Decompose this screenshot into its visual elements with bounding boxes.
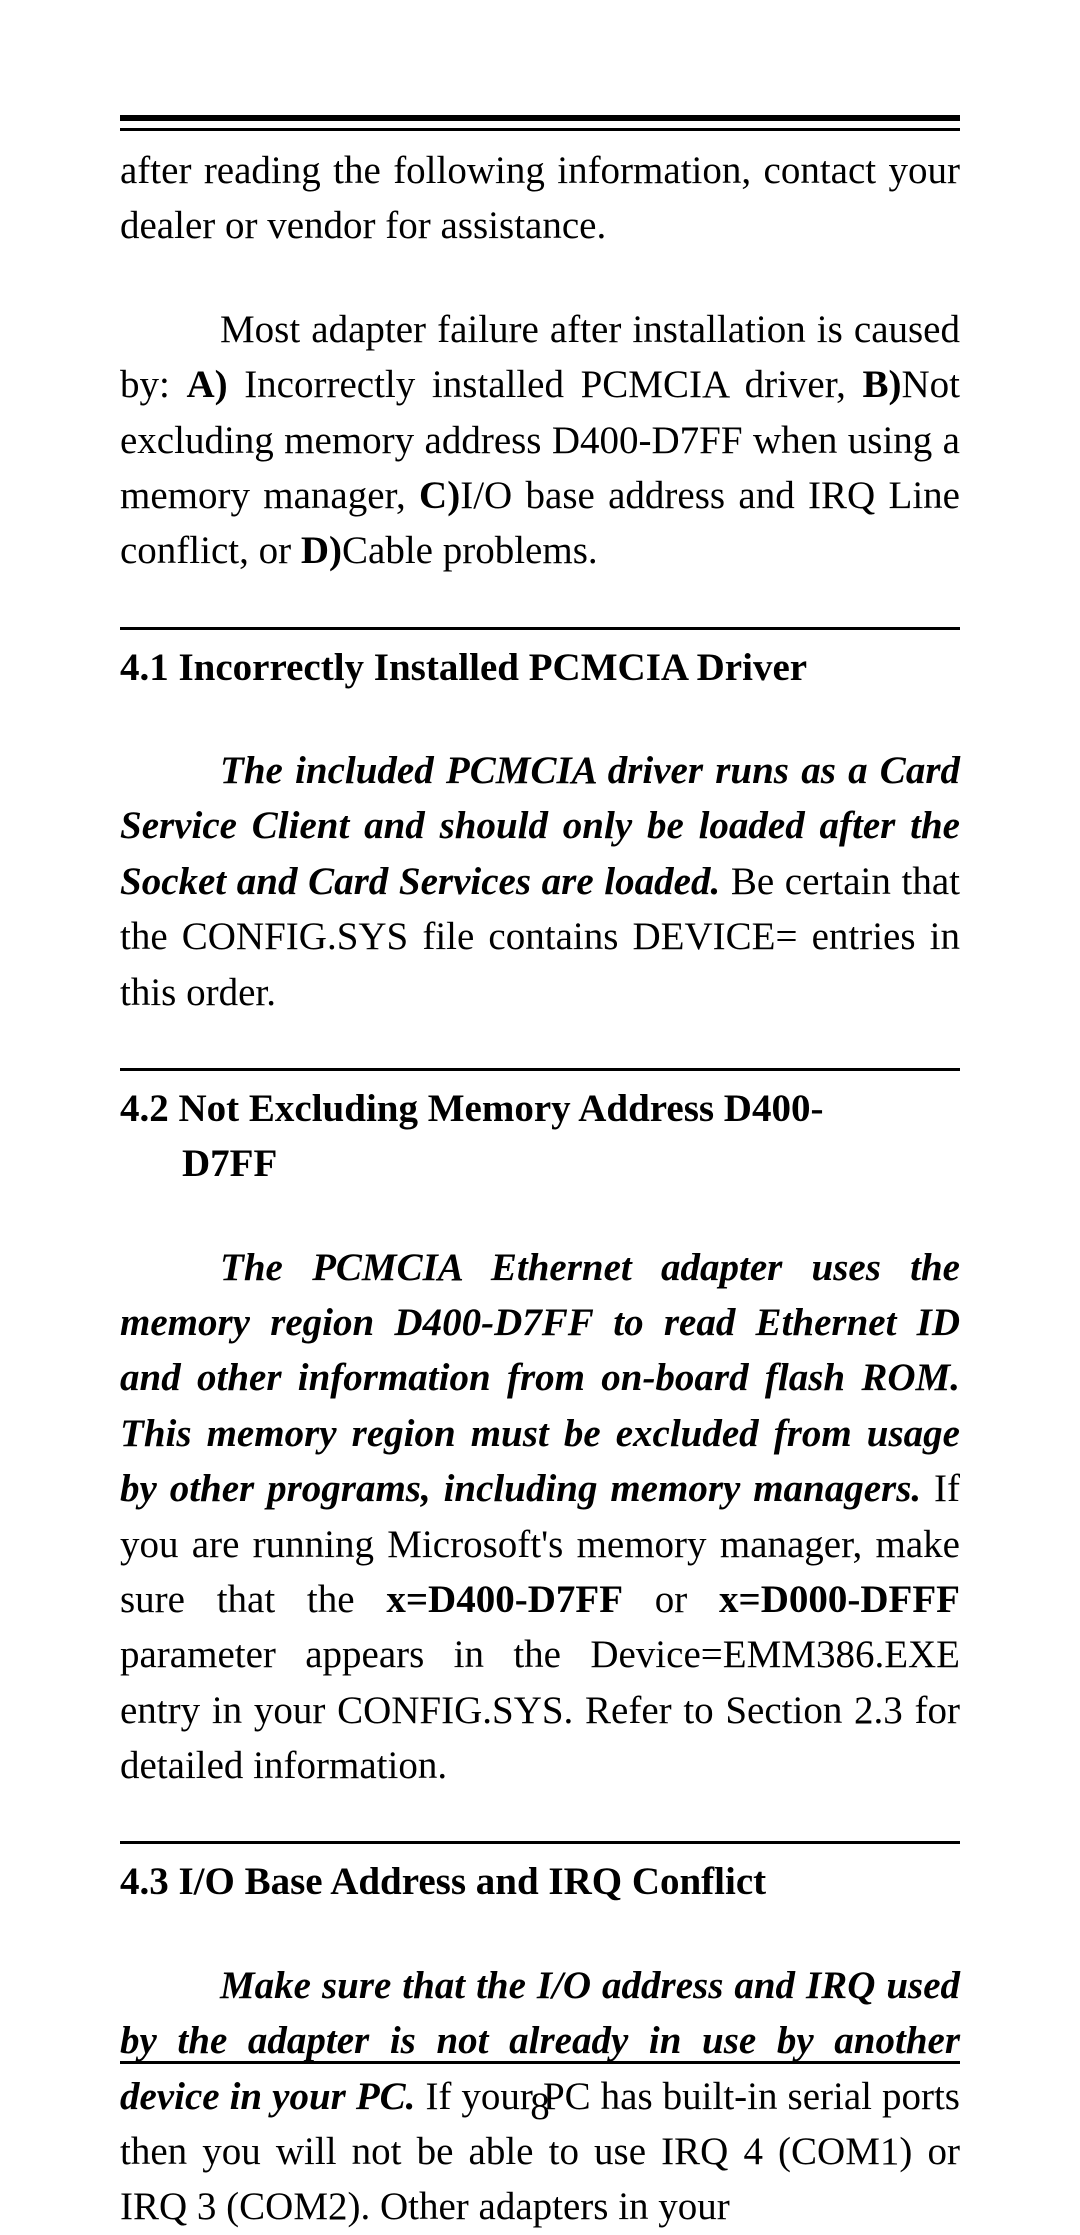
param-1: x=D400-D7FF <box>386 1578 623 1621</box>
text-run: Cable problems. <box>342 529 598 572</box>
emphasis-text: The PCMCIA Ethernet adapter uses the mem… <box>120 1246 960 1511</box>
paragraph-intro-continued: after reading the following information,… <box>120 143 960 254</box>
page-number: 8 <box>0 2084 1080 2129</box>
heading-line-2: D7FF <box>182 1142 277 1185</box>
heading-4-3: 4.3 I/O Base Address and IRQ Conflict <box>120 1854 960 1909</box>
label-d: D) <box>301 529 342 572</box>
text-run: parameter appears in the Device=EMM386.E… <box>120 1633 960 1787</box>
text-run: Incorrectly installed PCMCIA driver, <box>228 363 863 406</box>
heading-4-2: 4.2 Not Excluding Memory Address D400- D7… <box>120 1081 960 1192</box>
label-b: B) <box>863 363 902 406</box>
document-page: after reading the following information,… <box>0 0 1080 2199</box>
section-rule-42 <box>120 1068 960 1071</box>
top-double-rule <box>120 115 960 131</box>
param-2: x=D000-DFFF <box>719 1578 960 1621</box>
text-run: or <box>623 1578 719 1621</box>
section-rule-41 <box>120 627 960 630</box>
heading-line-1: 4.2 Not Excluding Memory Address D400- <box>120 1087 823 1130</box>
paragraph-4-2: The PCMCIA Ethernet adapter uses the mem… <box>120 1240 960 1794</box>
heading-4-1: 4.1 Incorrectly Installed PCMCIA Driver <box>120 640 960 695</box>
bottom-rule <box>120 2061 960 2064</box>
label-c: C) <box>419 474 460 517</box>
section-rule-43 <box>120 1841 960 1844</box>
paragraph-4-1: The included PCMCIA driver runs as a Car… <box>120 743 960 1020</box>
label-a: A) <box>186 363 227 406</box>
paragraph-causes: Most adapter failure after installation … <box>120 302 960 579</box>
